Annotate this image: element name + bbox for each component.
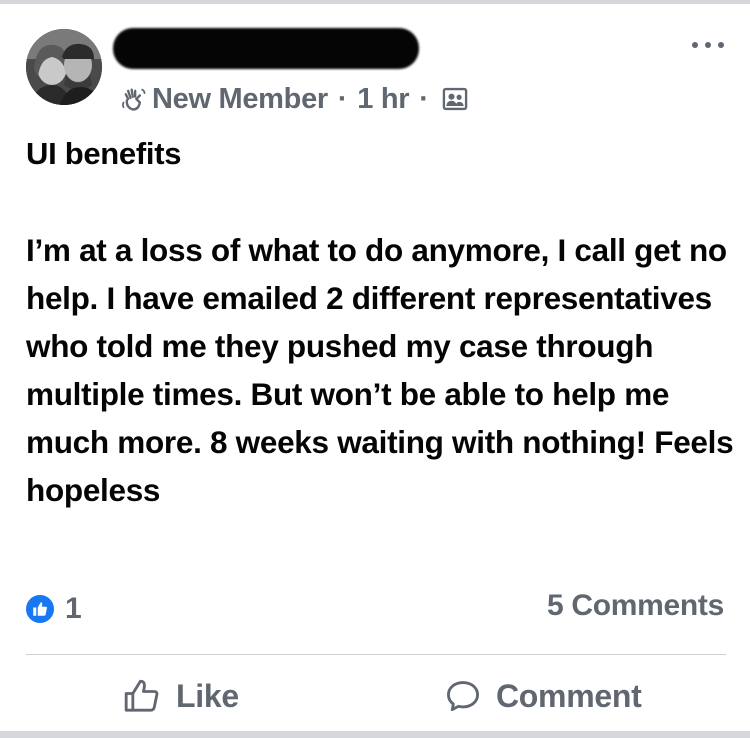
waving-hand-icon <box>122 88 146 111</box>
comment-label: Comment <box>496 677 642 714</box>
top-divider <box>0 0 750 4</box>
comment-button[interactable]: Comment <box>444 670 642 722</box>
post-meta: New Member · 1 hr · <box>120 79 469 119</box>
bottom-divider <box>0 731 750 738</box>
like-label: Like <box>176 677 239 714</box>
meta-separator: · <box>337 82 348 115</box>
thumbs-up-outline-icon <box>124 679 159 712</box>
more-options-button[interactable] <box>690 36 730 54</box>
more-dots-icon <box>692 42 698 48</box>
post-time[interactable]: 1 hr <box>357 83 409 116</box>
thumbs-up-icon <box>24 593 56 625</box>
avatar-photo <box>26 29 102 105</box>
speech-bubble-icon <box>447 681 479 712</box>
reaction-count: 1 <box>65 592 82 625</box>
like-button[interactable]: Like <box>122 670 239 722</box>
reactions-summary[interactable]: 1 <box>24 591 82 627</box>
meta-separator: · <box>419 82 429 115</box>
member-badge[interactable]: New Member <box>152 83 328 116</box>
more-dots-icon <box>705 42 711 48</box>
author-avatar[interactable] <box>26 29 102 105</box>
post-title: UI benefits <box>26 136 182 171</box>
post-body: I’m at a loss of what to do anymore, I c… <box>26 232 734 508</box>
comments-count-link[interactable]: 5 Comments <box>547 589 724 623</box>
group-members-icon <box>442 87 467 111</box>
redacted-author-name <box>113 28 419 69</box>
actions-divider <box>26 654 726 655</box>
more-dots-icon <box>718 42 724 48</box>
